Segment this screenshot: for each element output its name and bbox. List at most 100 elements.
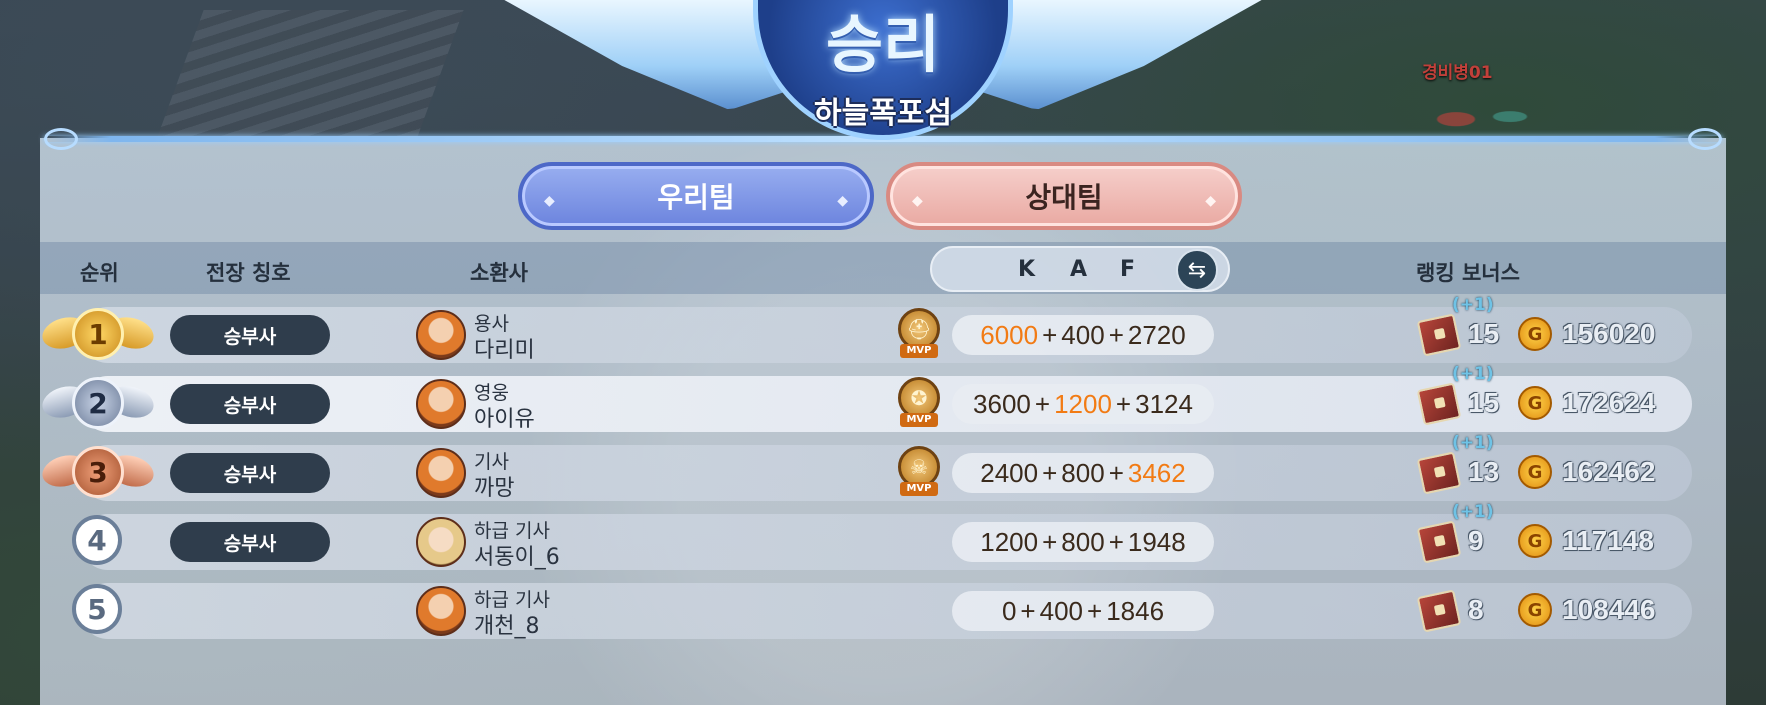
battlefield-title-badge: 승부사 bbox=[170, 384, 330, 424]
plus-sign: + bbox=[1020, 595, 1036, 626]
assist-value: 400 bbox=[1061, 319, 1105, 350]
tab-our-team[interactable]: ◆ 우리팀 ◆ bbox=[518, 162, 874, 230]
summoner-name: 개천_8 bbox=[474, 614, 540, 639]
plus-sign: + bbox=[1042, 526, 1058, 557]
rank-number: 1 bbox=[72, 308, 124, 360]
gold-reward-amount: 156020 bbox=[1562, 318, 1656, 349]
tab-enemy-team-label: 상대팀 bbox=[1025, 181, 1103, 214]
ranking-chest-icon bbox=[1416, 589, 1462, 633]
kaf-score: 0 +400 +1846 bbox=[952, 591, 1214, 631]
plus-sign: + bbox=[1042, 457, 1058, 488]
stairs-scenery bbox=[156, 10, 464, 140]
flag-value: 2720 bbox=[1127, 319, 1186, 350]
sparkle-icon: ◆ bbox=[837, 193, 848, 209]
ranking-chest-icon bbox=[1416, 520, 1462, 564]
summoner-name: 아이유 bbox=[474, 407, 535, 432]
battlefield-title-badge: 승부사 bbox=[170, 522, 330, 562]
flag-value: 3462 bbox=[1127, 457, 1186, 488]
plus-sign: + bbox=[1034, 388, 1051, 419]
plus-sign: + bbox=[1087, 595, 1103, 626]
ranking-bonus-count: 8 bbox=[1468, 594, 1484, 625]
gold-reward-amount: 108446 bbox=[1562, 594, 1656, 625]
mvp-label: MVP bbox=[900, 482, 938, 496]
kill-value: 1200 bbox=[980, 526, 1039, 557]
gold-reward-amount: 172624 bbox=[1562, 387, 1656, 418]
mvp-badge: ☠ MVP bbox=[896, 446, 942, 500]
mvp-badge: ✪ MVP bbox=[896, 377, 942, 431]
summoner-avatar[interactable] bbox=[416, 310, 466, 360]
bonus-increment: (+1) bbox=[1452, 295, 1494, 315]
kaf-score: 1200 +800 +1948 bbox=[952, 522, 1214, 562]
ranking-bonus-count: 15 bbox=[1468, 318, 1500, 349]
flag-value: 1948 bbox=[1127, 526, 1186, 557]
header-a: A bbox=[1070, 257, 1088, 282]
summoner-avatar[interactable] bbox=[416, 448, 466, 498]
ranking-chest-icon bbox=[1416, 313, 1462, 357]
kill-value: 0 bbox=[1001, 595, 1017, 626]
ranking-bonus-count: 15 bbox=[1468, 387, 1500, 418]
rank-medal-icon: 4 bbox=[42, 511, 154, 573]
kill-value: 6000 bbox=[980, 319, 1039, 350]
rank-medal-icon: 2 bbox=[38, 373, 158, 435]
gold-coin-icon: G bbox=[1518, 524, 1552, 558]
header-rank: 순위 bbox=[80, 261, 119, 285]
header-title: 전장 칭호 bbox=[206, 261, 291, 285]
flag-value: 1846 bbox=[1106, 595, 1165, 626]
gold-coin-icon: G bbox=[1518, 593, 1552, 627]
kaf-score: 3600 +1200 +3124 bbox=[952, 384, 1214, 424]
plus-sign: + bbox=[1108, 457, 1124, 488]
rail-ornament-left bbox=[44, 128, 78, 150]
summoner-avatar[interactable] bbox=[416, 379, 466, 429]
sparkle-icon: ◆ bbox=[912, 193, 923, 209]
sparkle-icon: ◆ bbox=[544, 193, 555, 209]
gold-coin-icon: G bbox=[1518, 386, 1552, 420]
swap-arrows-icon: ⇆ bbox=[1187, 257, 1207, 283]
header-summoner: 소환사 bbox=[470, 261, 528, 285]
battlefield-title-badge: 승부사 bbox=[170, 453, 330, 493]
rank-number: 4 bbox=[72, 515, 122, 565]
enemy-characters bbox=[1420, 88, 1540, 140]
gold-reward-amount: 162462 bbox=[1562, 456, 1656, 487]
bonus-increment: (+1) bbox=[1452, 502, 1494, 522]
mvp-label: MVP bbox=[900, 344, 938, 358]
victory-title: 승리 bbox=[825, 8, 941, 81]
enemy-name-tag: 경비병01 bbox=[1422, 63, 1493, 83]
summoner-name: 까망 bbox=[474, 476, 515, 501]
header-k: K bbox=[1018, 257, 1036, 282]
tab-enemy-team[interactable]: ◆ 상대팀 ◆ bbox=[886, 162, 1242, 230]
kaf-score: 6000 +400 +2720 bbox=[952, 315, 1214, 355]
gold-coin-icon: G bbox=[1518, 317, 1552, 351]
ranking-bonus-count: 13 bbox=[1468, 456, 1500, 487]
gold-coin-icon: G bbox=[1518, 455, 1552, 489]
battlefield-title-badge: 승부사 bbox=[170, 315, 330, 355]
bonus-increment: (+1) bbox=[1452, 364, 1494, 384]
plus-sign: + bbox=[1108, 526, 1124, 557]
rank-medal-icon: 3 bbox=[38, 442, 158, 504]
ranking-chest-icon bbox=[1416, 382, 1462, 426]
bonus-increment: (+1) bbox=[1452, 433, 1494, 453]
summoner-name: 서동이_6 bbox=[474, 545, 560, 570]
rank-number: 5 bbox=[72, 584, 122, 634]
plus-sign: + bbox=[1042, 319, 1058, 350]
summoner-avatar[interactable] bbox=[416, 517, 466, 567]
ranking-bonus-count: 9 bbox=[1468, 525, 1484, 556]
assist-value: 800 bbox=[1061, 457, 1105, 488]
summoner-name: 다리미 bbox=[474, 338, 535, 363]
map-name: 하늘폭포섬 bbox=[814, 96, 952, 131]
swap-stats-button[interactable]: ⇆ bbox=[1176, 249, 1218, 291]
tab-our-team-label: 우리팀 bbox=[657, 181, 735, 214]
mvp-badge: ⛑ MVP bbox=[896, 308, 942, 362]
header-f: F bbox=[1120, 257, 1136, 282]
assist-value: 400 bbox=[1039, 595, 1083, 626]
kill-value: 2400 bbox=[980, 457, 1039, 488]
plus-sign: + bbox=[1115, 388, 1132, 419]
flag-value: 3124 bbox=[1135, 388, 1193, 419]
rank-number: 2 bbox=[72, 377, 124, 429]
summoner-avatar[interactable] bbox=[416, 586, 466, 636]
ranking-chest-icon bbox=[1416, 451, 1462, 495]
assist-value: 1200 bbox=[1054, 388, 1112, 419]
gold-reward-amount: 117148 bbox=[1562, 525, 1654, 556]
rank-medal-icon: 1 bbox=[38, 304, 158, 366]
kaf-score: 2400 +800 +3462 bbox=[952, 453, 1214, 493]
rank-medal-icon: 5 bbox=[42, 580, 154, 642]
